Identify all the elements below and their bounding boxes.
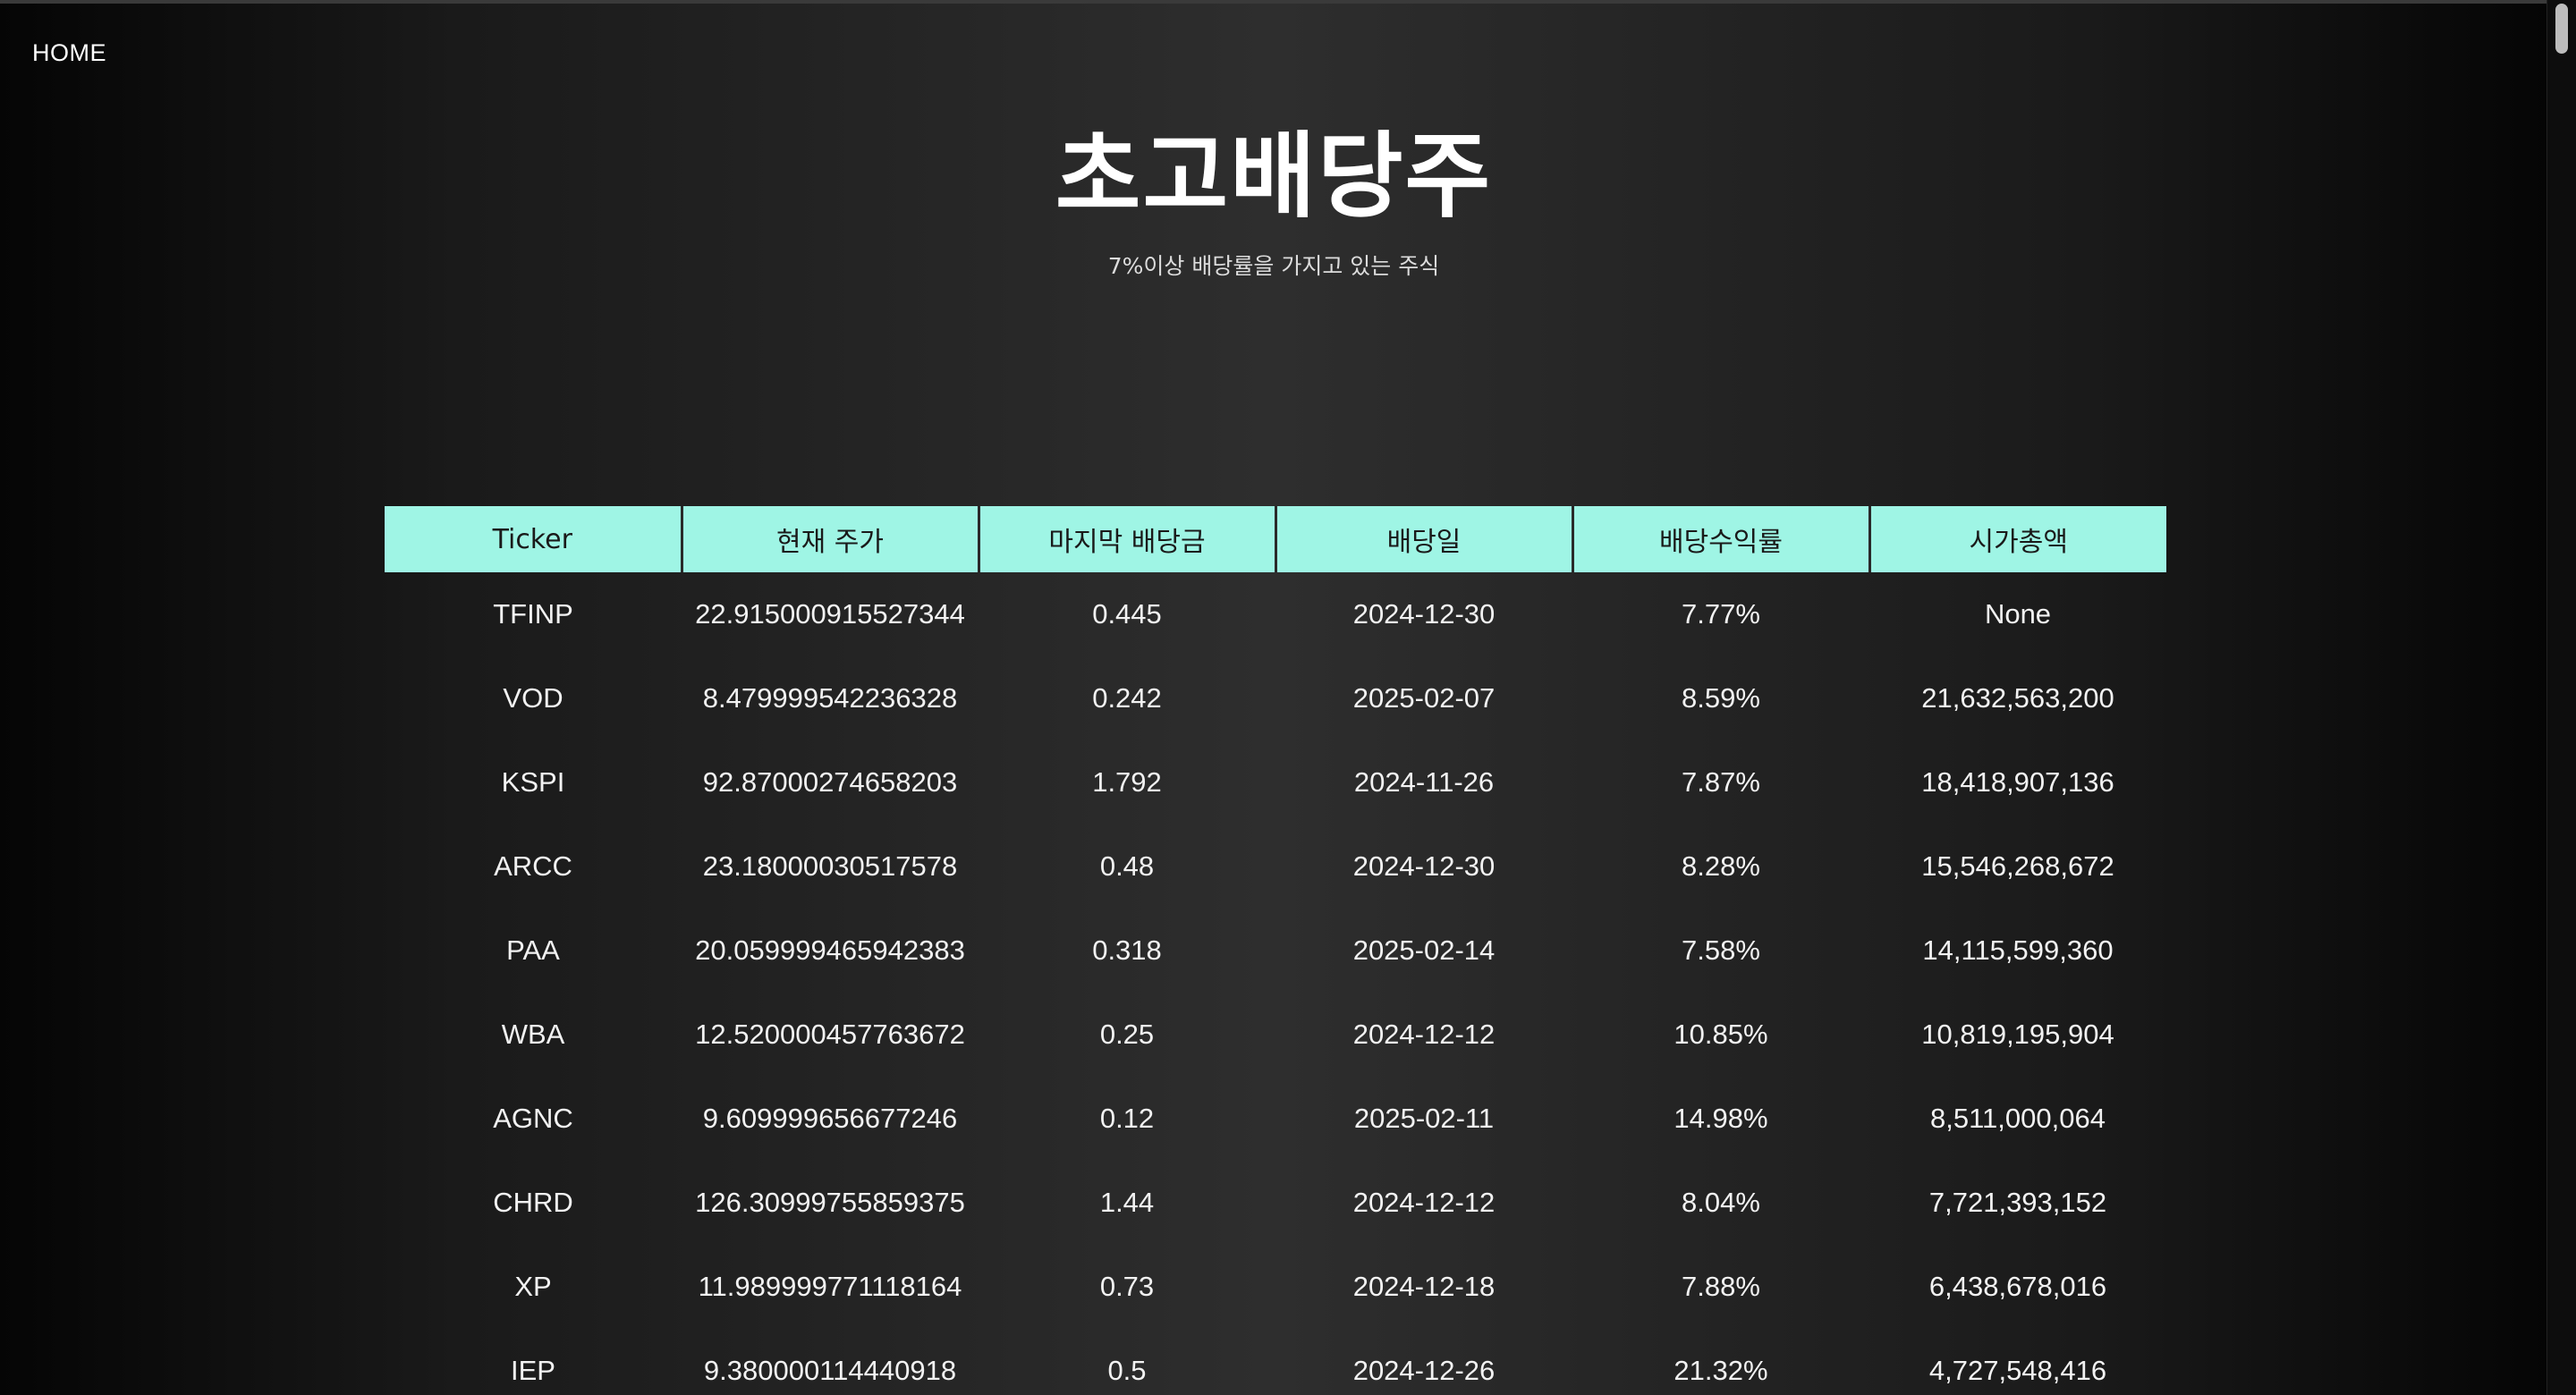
table-row: TFINP 22.915000915527344 0.445 2024-12-3… xyxy=(385,572,2166,656)
cell-market-cap: 10,819,195,904 xyxy=(1921,1019,2114,1050)
page-subtitle: 7%이상 배당률을 가지고 있는 주식 xyxy=(1107,253,1440,279)
table-row: XP 11.989999771118164 0.73 2024-12-18 7.… xyxy=(385,1245,2166,1329)
cell-dividend-yield: 7.87% xyxy=(1682,766,1760,798)
table-row: ARCC 23.18000030517578 0.48 2024-12-30 8… xyxy=(385,824,2166,909)
cell-market-cap: 7,721,393,152 xyxy=(1928,1187,2107,1218)
table-row: IEP 9.380000114440918 0.5 2024-12-26 21.… xyxy=(385,1329,2166,1395)
cell-dividend-date: 2025-02-11 xyxy=(1353,1103,1495,1134)
cell-market-cap: 8,511,000,064 xyxy=(1930,1103,2106,1134)
cell-dividend-date: 2024-12-30 xyxy=(1352,598,1496,630)
cell-dividend-date: 2024-12-12 xyxy=(1352,1019,1496,1050)
cell-dividend-date: 2025-02-14 xyxy=(1352,934,1496,966)
cell-dividend-yield: 7.58% xyxy=(1682,934,1760,966)
cell-last-dividend: 0.5 xyxy=(1107,1355,1147,1386)
cell-dividend-date: 2024-11-26 xyxy=(1353,766,1495,798)
cell-dividend-date: 2024-12-26 xyxy=(1352,1355,1496,1386)
column-header-dividend-date[interactable]: 배당일 xyxy=(1274,506,1572,572)
cell-ticker: XP xyxy=(514,1271,552,1302)
page-background: HOME 초고배당주 7%이상 배당률을 가지고 있는 주식 Ticker 현재… xyxy=(0,0,2547,1395)
column-header-dividend-yield[interactable]: 배당수익률 xyxy=(1571,506,1869,572)
page-title: 초고배당주 xyxy=(1055,122,1493,231)
cell-current-price: 126.30999755859375 xyxy=(695,1187,965,1218)
cell-market-cap: None xyxy=(1984,598,2052,630)
table-row: CHRD 126.30999755859375 1.44 2024-12-12 … xyxy=(385,1161,2166,1245)
cell-dividend-yield: 14.98% xyxy=(1674,1103,1768,1134)
cell-dividend-yield: 21.32% xyxy=(1674,1355,1768,1386)
cell-dividend-yield: 8.28% xyxy=(1682,850,1760,882)
cell-ticker: VOD xyxy=(503,682,564,714)
table-row: AGNC 9.609999656677246 0.12 2025-02-11 1… xyxy=(385,1077,2166,1161)
cell-last-dividend: 0.445 xyxy=(1092,598,1162,630)
cell-last-dividend: 0.73 xyxy=(1099,1271,1155,1302)
cell-current-price: 9.609999656677246 xyxy=(702,1103,958,1134)
cell-ticker: IEP xyxy=(511,1355,555,1386)
cell-market-cap: 4,727,548,416 xyxy=(1928,1355,2107,1386)
table-header-row: Ticker 현재 주가 마지막 배당금 배당일 배당수익률 시가총액 xyxy=(385,506,2166,572)
cell-dividend-date: 2025-02-07 xyxy=(1352,682,1496,714)
table-row: VOD 8.479999542236328 0.242 2025-02-07 8… xyxy=(385,656,2166,740)
cell-current-price: 12.520000457763672 xyxy=(695,1019,965,1050)
table-row: WBA 12.520000457763672 0.25 2024-12-12 1… xyxy=(385,993,2166,1077)
cell-current-price: 92.87000274658203 xyxy=(702,766,958,798)
cell-current-price: 9.380000114440918 xyxy=(703,1355,957,1386)
table-row: KSPI 92.87000274658203 1.792 2024-11-26 … xyxy=(385,740,2166,824)
table-row: PAA 20.059999465942383 0.318 2025-02-14 … xyxy=(385,909,2166,993)
cell-market-cap: 6,438,678,016 xyxy=(1928,1271,2107,1302)
cell-current-price: 20.059999465942383 xyxy=(695,934,965,966)
scrollbar-thumb[interactable] xyxy=(2555,4,2568,54)
column-header-market-cap[interactable]: 시가총액 xyxy=(1868,506,2166,572)
cell-last-dividend: 0.12 xyxy=(1099,1103,1155,1134)
cell-market-cap: 14,115,599,360 xyxy=(1922,934,2114,966)
cell-dividend-date: 2024-12-30 xyxy=(1352,850,1496,882)
column-header-current-price[interactable]: 현재 주가 xyxy=(680,506,979,572)
cell-ticker: PAA xyxy=(506,934,560,966)
cell-current-price: 22.915000915527344 xyxy=(695,598,965,630)
column-header-ticker[interactable]: Ticker xyxy=(385,506,682,572)
cell-last-dividend: 0.318 xyxy=(1092,934,1162,966)
cell-market-cap: 21,632,563,200 xyxy=(1921,682,2114,714)
cell-last-dividend: 0.242 xyxy=(1092,682,1162,714)
cell-ticker: ARCC xyxy=(494,850,572,882)
cell-ticker: CHRD xyxy=(493,1187,573,1218)
vertical-scrollbar[interactable] xyxy=(2546,0,2576,1395)
cell-ticker: TFINP xyxy=(493,598,573,630)
cell-current-price: 23.18000030517578 xyxy=(702,850,958,882)
cell-market-cap: 15,546,268,672 xyxy=(1921,850,2114,882)
cell-market-cap: 18,418,907,136 xyxy=(1921,766,2114,798)
dividend-stocks-table: Ticker 현재 주가 마지막 배당금 배당일 배당수익률 시가총액 TFIN… xyxy=(385,506,2166,1395)
cell-dividend-date: 2024-12-12 xyxy=(1352,1187,1496,1218)
cell-dividend-yield: 8.04% xyxy=(1682,1187,1760,1218)
cell-last-dividend: 1.792 xyxy=(1092,766,1162,798)
cell-ticker: WBA xyxy=(501,1019,565,1050)
cell-dividend-yield: 7.77% xyxy=(1682,598,1760,630)
cell-dividend-yield: 7.88% xyxy=(1682,1271,1760,1302)
column-header-last-dividend[interactable]: 마지막 배당금 xyxy=(977,506,1275,572)
home-link[interactable]: HOME xyxy=(32,39,106,67)
cell-current-price: 8.479999542236328 xyxy=(702,682,958,714)
cell-last-dividend: 0.25 xyxy=(1099,1019,1155,1050)
cell-dividend-date: 2024-12-18 xyxy=(1352,1271,1496,1302)
cell-dividend-yield: 8.59% xyxy=(1682,682,1760,714)
cell-dividend-yield: 10.85% xyxy=(1674,1019,1768,1050)
cell-last-dividend: 0.48 xyxy=(1099,850,1155,882)
cell-last-dividend: 1.44 xyxy=(1099,1187,1155,1218)
cell-current-price: 11.989999771118164 xyxy=(698,1271,962,1302)
cell-ticker: AGNC xyxy=(493,1103,573,1134)
cell-ticker: KSPI xyxy=(501,766,565,798)
